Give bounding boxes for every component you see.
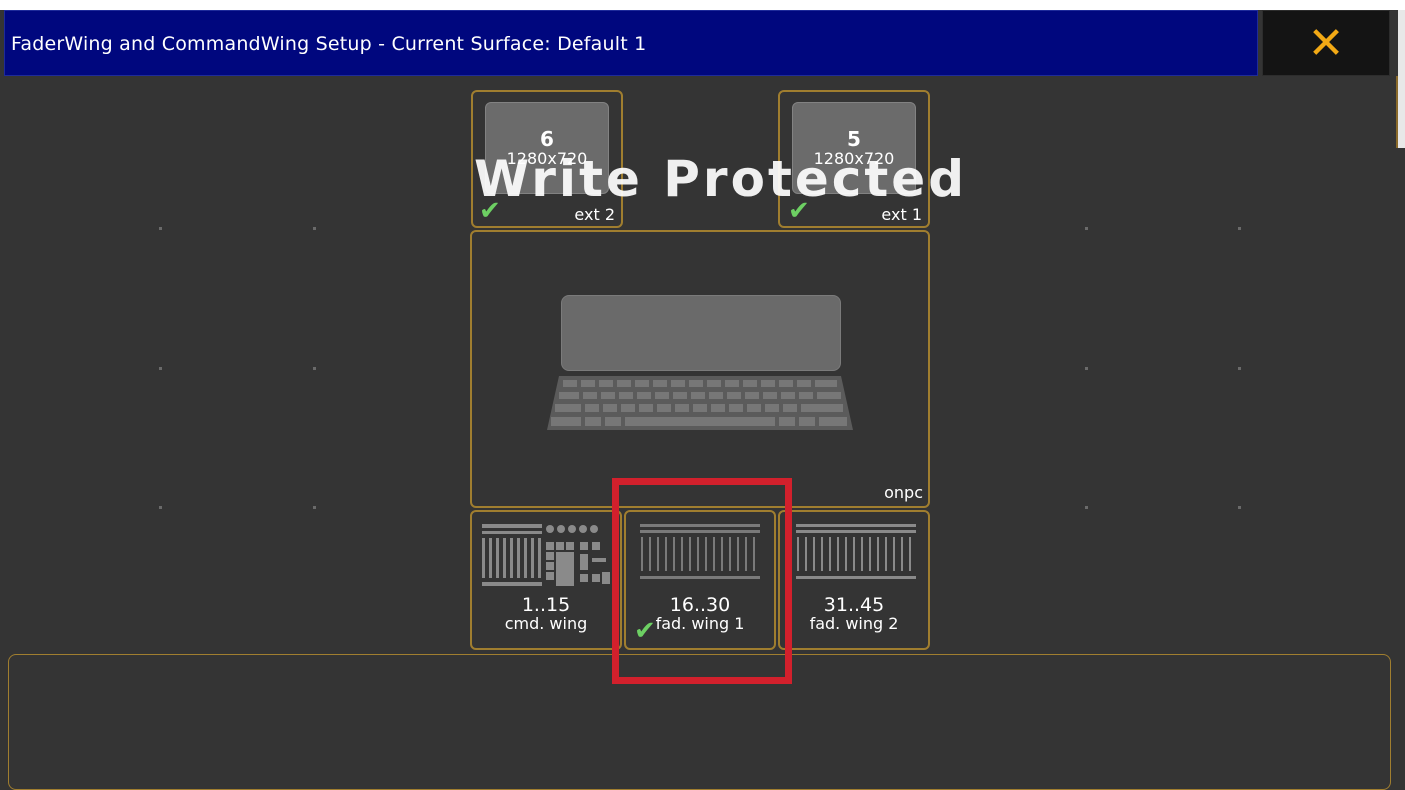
close-button[interactable]: ✕ bbox=[1262, 10, 1390, 76]
monitor-number: 5 bbox=[847, 127, 861, 151]
wing-tile-cmd[interactable]: 1..15 cmd. wing bbox=[470, 510, 622, 650]
window-title: FaderWing and CommandWing Setup - Curren… bbox=[11, 33, 647, 55]
wing-name: fad. wing 2 bbox=[809, 614, 899, 633]
wing-tile-fader2[interactable]: 31..45 fad. wing 2 bbox=[778, 510, 930, 650]
laptop-screen-icon bbox=[561, 295, 841, 371]
monitor-number: 6 bbox=[540, 127, 554, 151]
close-icon: ✕ bbox=[1307, 18, 1345, 69]
wing-range: 1..15 bbox=[521, 594, 571, 616]
grid-dot bbox=[1238, 506, 1241, 509]
grid-dot bbox=[313, 227, 316, 230]
window-edge-border bbox=[1396, 76, 1398, 148]
wing-name: cmd. wing bbox=[504, 614, 588, 633]
wing-range: 31..45 bbox=[823, 594, 885, 616]
console-tile-onpc[interactable]: onpc bbox=[470, 230, 930, 508]
grid-dot bbox=[159, 367, 162, 370]
grid-dot bbox=[1085, 367, 1088, 370]
grid-dot bbox=[1085, 227, 1088, 230]
fader-wing-icon bbox=[796, 524, 916, 579]
grid-dot bbox=[1085, 506, 1088, 509]
grid-dot bbox=[313, 367, 316, 370]
highlight-box bbox=[612, 478, 792, 684]
console-name: onpc bbox=[884, 483, 923, 502]
title-bar: FaderWing and CommandWing Setup - Curren… bbox=[4, 10, 1258, 76]
grid-dot bbox=[159, 506, 162, 509]
grid-dot bbox=[1238, 367, 1241, 370]
grid-dot bbox=[313, 506, 316, 509]
write-protected-label: Write Protected bbox=[474, 150, 967, 208]
command-wing-icon bbox=[482, 524, 610, 586]
window-edge bbox=[1398, 10, 1405, 148]
keyboard-icon bbox=[547, 376, 853, 430]
grid-dot bbox=[159, 227, 162, 230]
grid-dot bbox=[1238, 227, 1241, 230]
